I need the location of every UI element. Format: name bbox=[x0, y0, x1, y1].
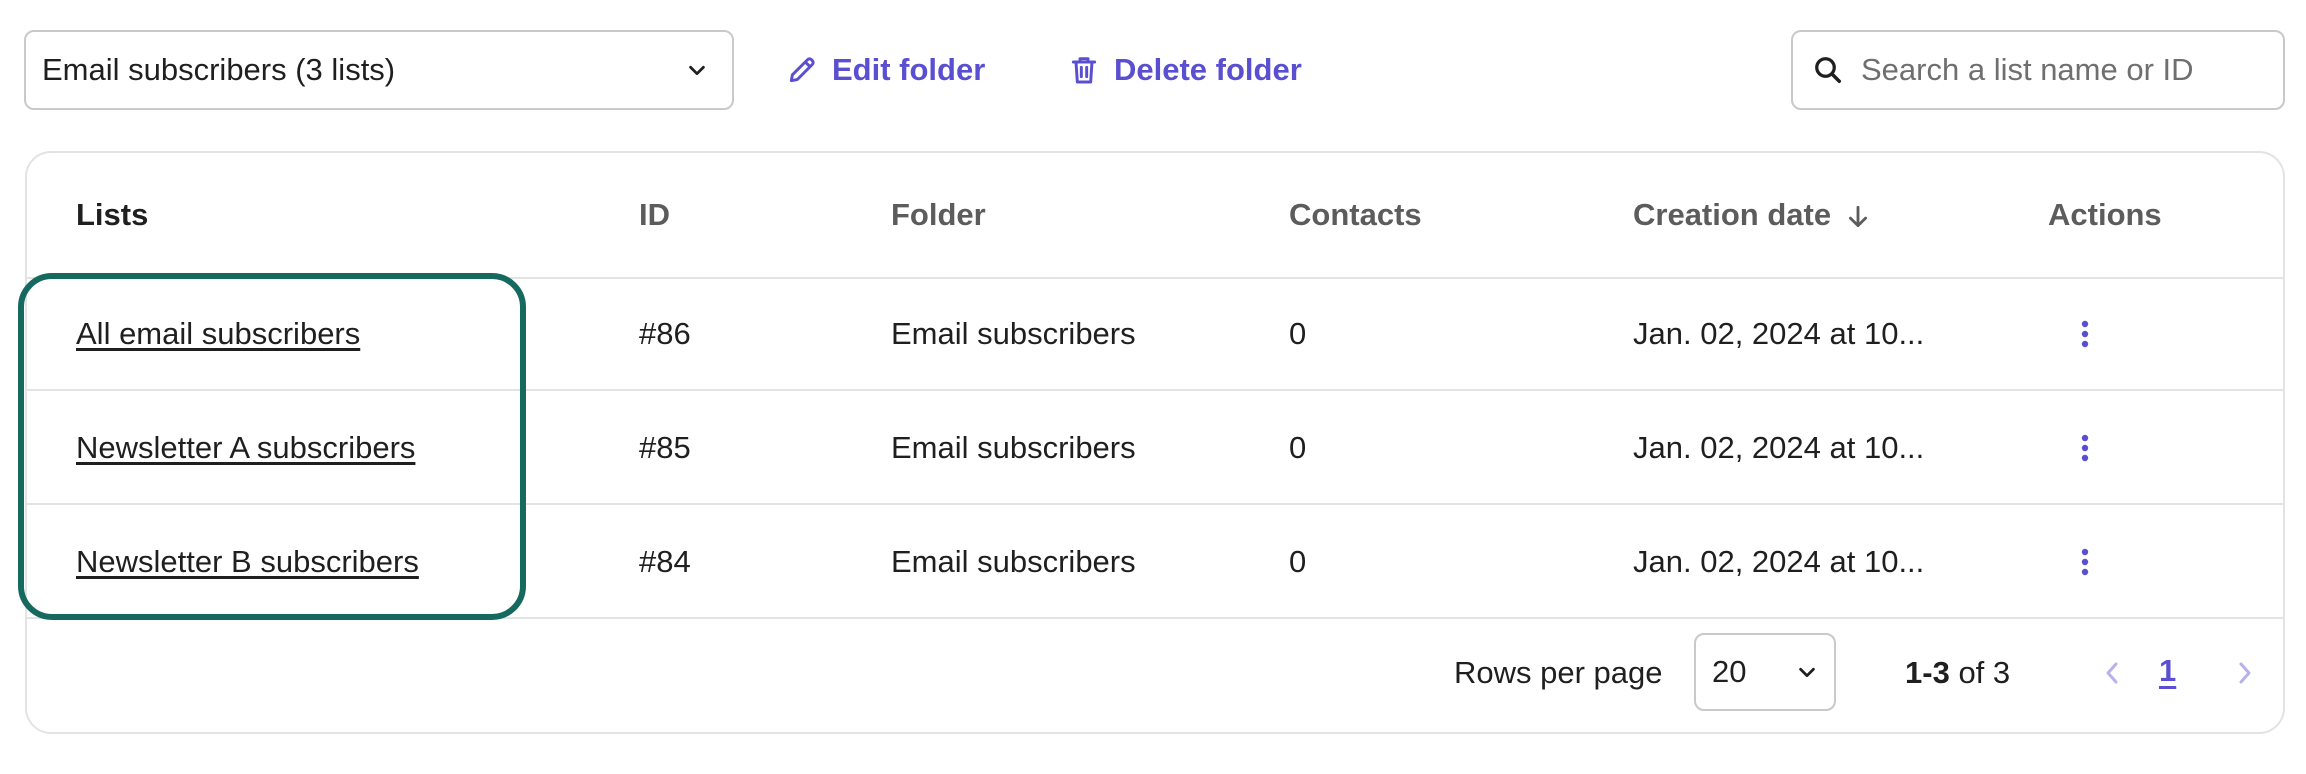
column-header-contacts: Contacts bbox=[1289, 197, 1422, 232]
previous-page-button[interactable] bbox=[2094, 653, 2130, 693]
list-folder: Email subscribers bbox=[891, 430, 1136, 465]
chevron-left-icon bbox=[2106, 662, 2118, 684]
folder-select[interactable]: Email subscribers (3 lists) bbox=[24, 30, 734, 110]
delete-folder-button[interactable]: Delete folder bbox=[1068, 46, 1302, 94]
chevron-down-icon bbox=[689, 65, 705, 76]
pencil-icon bbox=[789, 57, 815, 83]
list-id: #84 bbox=[639, 544, 691, 579]
rows-per-page-select[interactable]: 20 bbox=[1694, 633, 1836, 711]
table-row: Newsletter B subscribers #84 Email subsc… bbox=[27, 507, 2283, 619]
column-header-creation-date[interactable]: Creation date bbox=[1633, 197, 1871, 233]
column-header-id: ID bbox=[639, 197, 670, 232]
delete-folder-label: Delete folder bbox=[1114, 52, 1302, 87]
list-creation-date: Jan. 02, 2024 at 10... bbox=[1633, 430, 1925, 465]
list-id: #86 bbox=[639, 316, 691, 351]
pagination-bar: Rows per page 20 1-3 of 3 1 bbox=[27, 613, 2283, 732]
rows-per-page-value: 20 bbox=[1712, 654, 1747, 689]
rows-per-page-label: Rows per page bbox=[1454, 655, 1663, 690]
trash-icon bbox=[1071, 57, 1097, 84]
arrow-down-icon bbox=[1849, 205, 1868, 227]
list-name-link[interactable]: All email subscribers bbox=[76, 316, 360, 352]
list-folder: Email subscribers bbox=[891, 316, 1136, 351]
kebab-menu-icon[interactable] bbox=[2065, 314, 2105, 354]
search-icon bbox=[1815, 57, 1841, 83]
pagination-range: 1-3 of 3 bbox=[1905, 655, 2010, 691]
search-input[interactable] bbox=[1861, 52, 2263, 88]
chevron-right-icon bbox=[2239, 662, 2251, 684]
range-total: of 3 bbox=[1958, 655, 2011, 690]
list-name-link[interactable]: Newsletter B subscribers bbox=[76, 544, 419, 580]
kebab-menu-icon[interactable] bbox=[2065, 428, 2105, 468]
column-header-folder: Folder bbox=[891, 197, 986, 232]
edit-folder-button[interactable]: Edit folder bbox=[786, 46, 985, 94]
kebab-menu-icon[interactable] bbox=[2065, 542, 2105, 582]
chevron-down-icon bbox=[1799, 667, 1815, 678]
search-box bbox=[1791, 30, 2285, 110]
list-id: #85 bbox=[639, 430, 691, 465]
lists-table: Lists ID Folder Contacts Creation date A… bbox=[25, 151, 2285, 734]
table-row: All email subscribers #86 Email subscrib… bbox=[27, 279, 2283, 391]
list-name-link[interactable]: Newsletter A subscribers bbox=[76, 430, 415, 466]
edit-folder-label: Edit folder bbox=[832, 52, 986, 87]
list-creation-date: Jan. 02, 2024 at 10... bbox=[1633, 316, 1925, 351]
table-row: Newsletter A subscribers #85 Email subsc… bbox=[27, 393, 2283, 505]
column-header-lists: Lists bbox=[76, 197, 149, 232]
folder-select-value: Email subscribers (3 lists) bbox=[42, 52, 396, 87]
page-number-current[interactable]: 1 bbox=[2159, 653, 2176, 689]
range-value: 1-3 bbox=[1905, 655, 1950, 690]
creation-date-label: Creation date bbox=[1633, 197, 1832, 232]
list-creation-date: Jan. 02, 2024 at 10... bbox=[1633, 544, 1925, 579]
table-header-row: Lists ID Folder Contacts Creation date A… bbox=[27, 153, 2283, 279]
column-header-actions: Actions bbox=[2048, 197, 2162, 232]
next-page-button[interactable] bbox=[2227, 653, 2263, 693]
list-folder: Email subscribers bbox=[891, 544, 1136, 579]
list-contacts: 0 bbox=[1289, 544, 1307, 579]
list-contacts: 0 bbox=[1289, 430, 1307, 465]
list-contacts: 0 bbox=[1289, 316, 1307, 351]
